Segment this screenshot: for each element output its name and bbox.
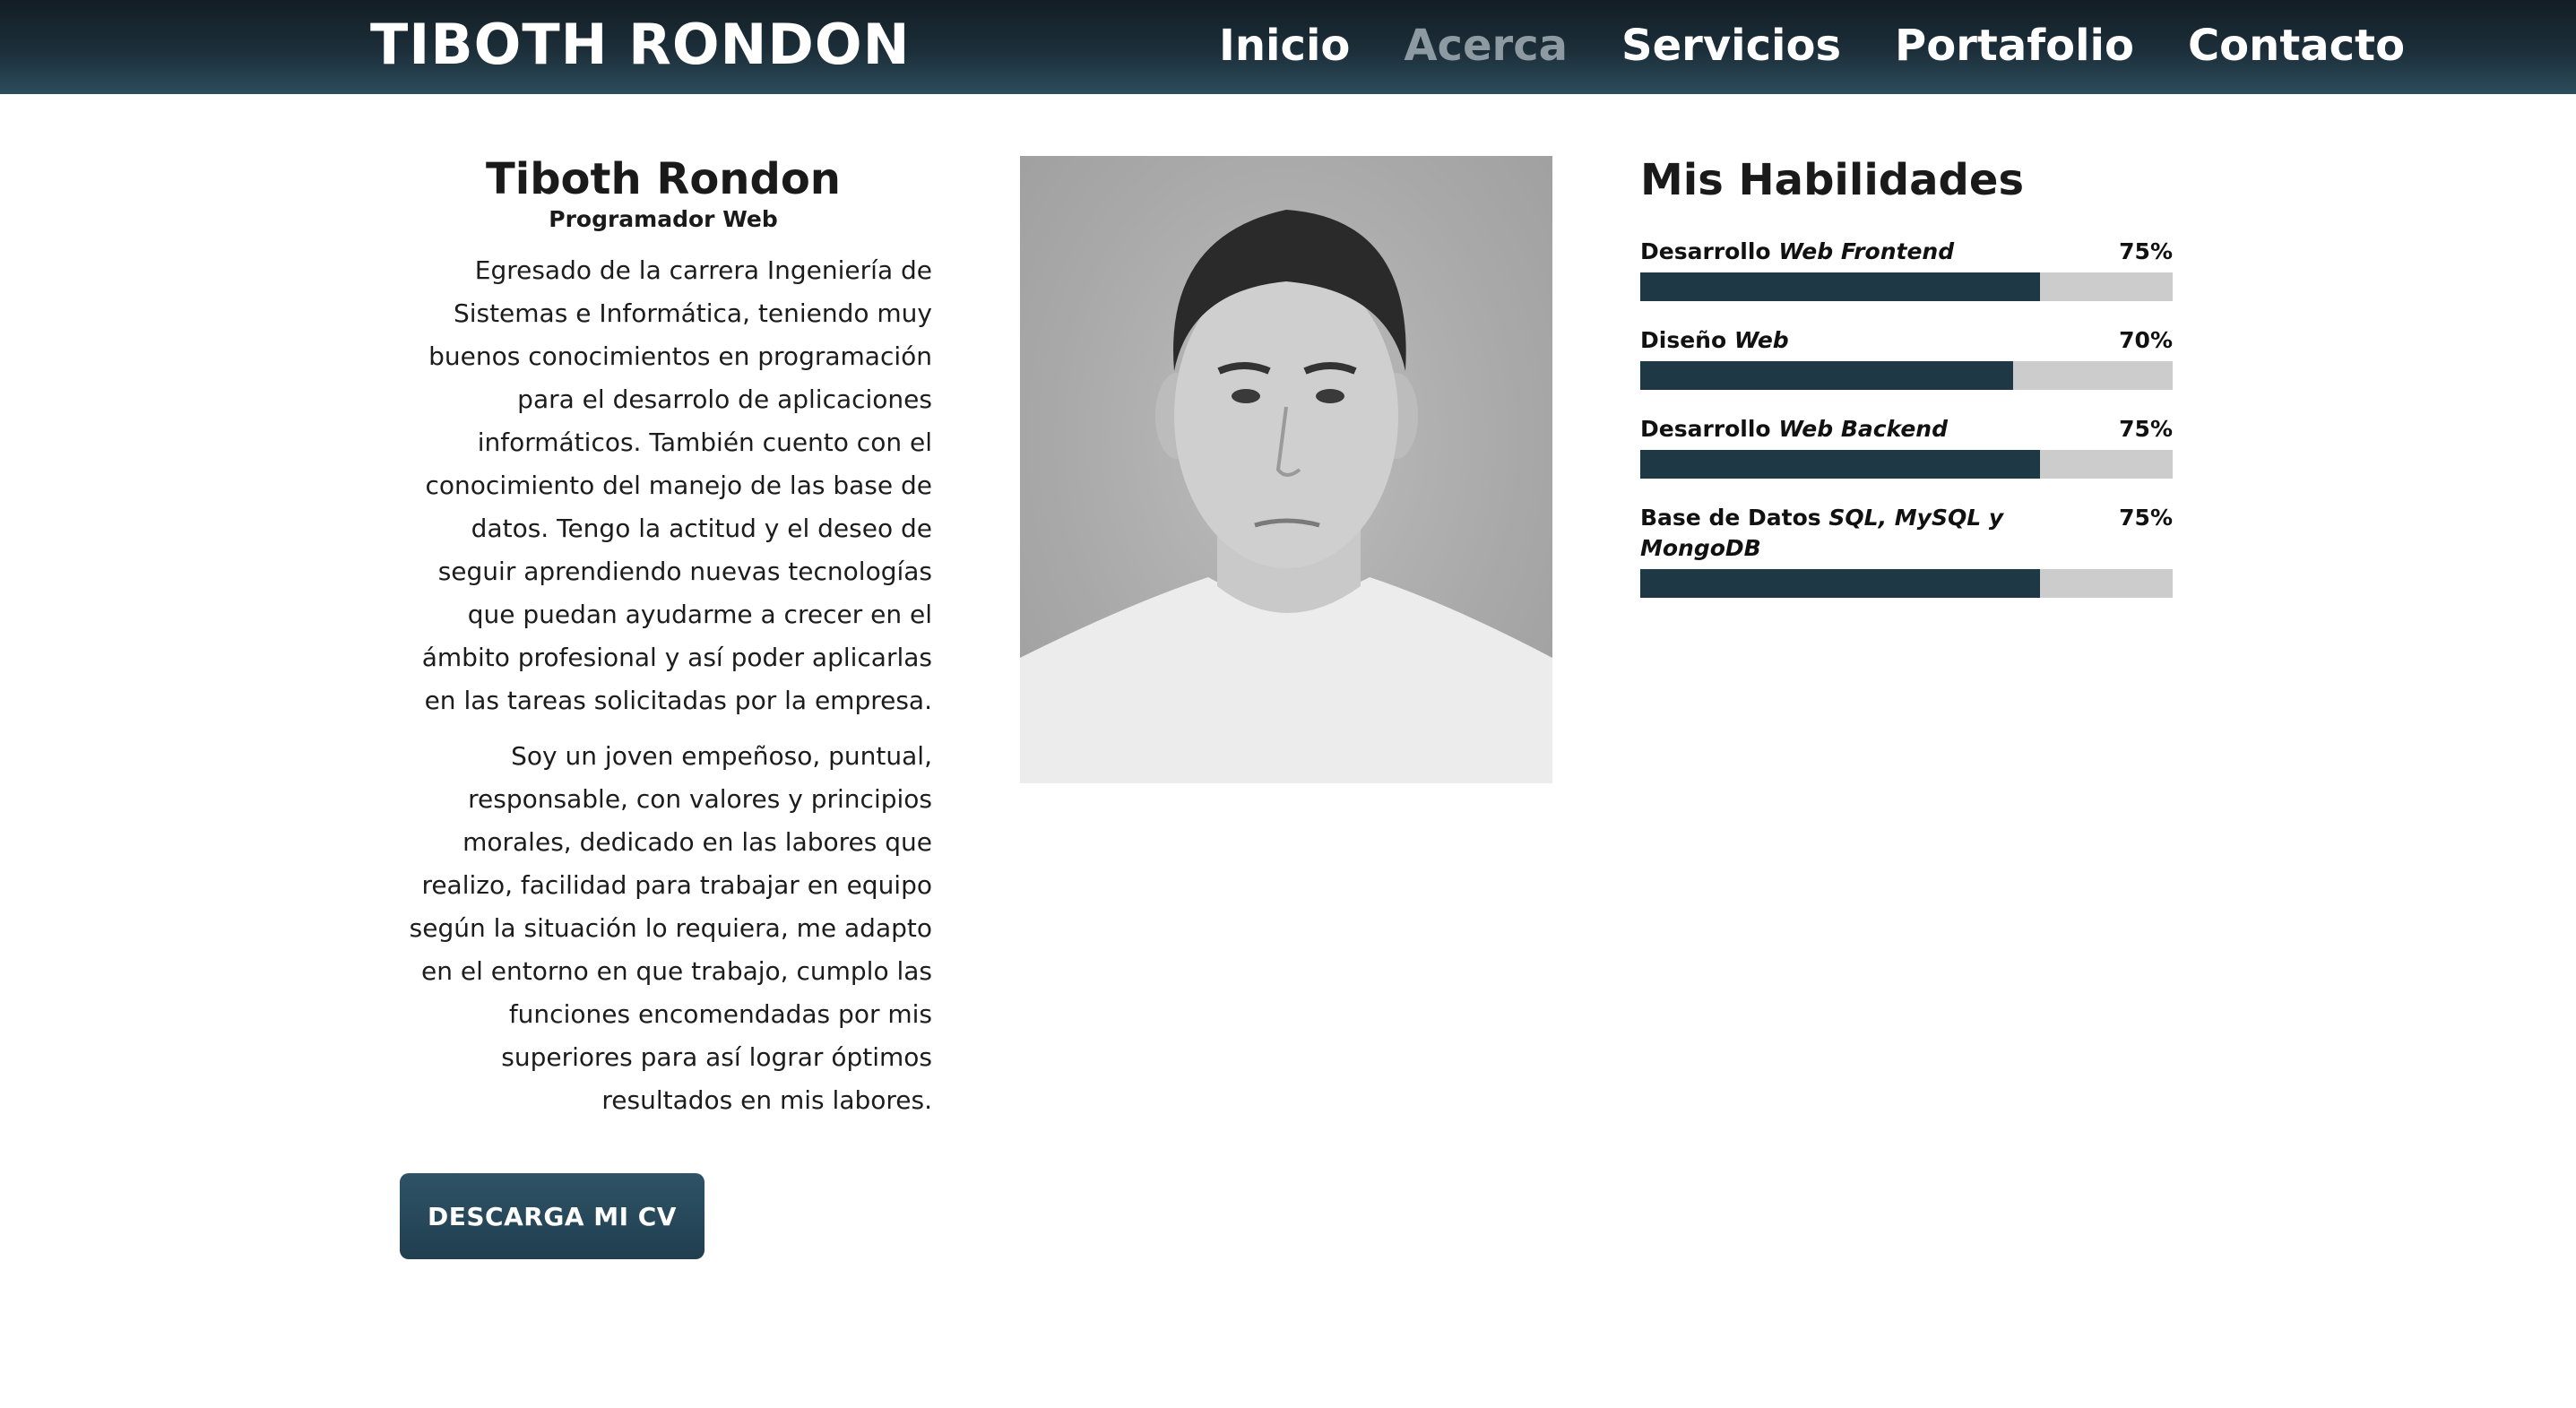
profile-name: Tiboth Rondon — [486, 154, 841, 204]
main-nav: Inicio Acerca Servicios Portafolio Conta… — [1192, 14, 2432, 77]
about-section: Tiboth Rondon Programador Web Egresado d… — [394, 152, 932, 1135]
skill-item: Base de Datos SQL, MySQL y MongoDB 75% — [1640, 503, 2173, 598]
skills-title: Mis Habilidades — [1640, 155, 2025, 205]
skill-progress-bar — [1640, 361, 2173, 390]
skill-progress-bar — [1640, 569, 2173, 598]
skill-item: Diseño Web 70% — [1640, 325, 2173, 390]
profile-portrait-image — [1020, 210, 1552, 783]
skill-label: Desarrollo Web Backend — [1640, 416, 1948, 442]
nav-link-acerca[interactable]: Acerca — [1377, 14, 1595, 77]
skill-percent: 70% — [2119, 327, 2173, 353]
profile-role: Programador Web — [549, 206, 778, 232]
skill-progress-bar — [1640, 450, 2173, 479]
skill-percent: 75% — [2119, 238, 2173, 264]
skill-item: Desarrollo Web Backend 75% — [1640, 414, 2173, 479]
skill-item: Desarrollo Web Frontend 75% — [1640, 237, 2173, 301]
skill-progress-bar — [1640, 272, 2173, 301]
skill-percent: 75% — [2119, 416, 2173, 442]
site-brand[interactable]: TIBOTH RONDON — [370, 11, 910, 79]
skill-percent: 75% — [2119, 505, 2173, 531]
about-paragraph-1: Egresado de la carrera Ingeniería de Sis… — [421, 255, 932, 715]
about-paragraph-2: Soy un joven empeñoso, puntual, responsa… — [409, 741, 932, 1115]
skill-progress-fill — [1640, 569, 2040, 598]
top-navigation-bar: TIBOTH RONDON Inicio Acerca Servicios Po… — [0, 0, 2576, 94]
nav-link-portafolio[interactable]: Portafolio — [1868, 14, 2161, 77]
skill-label: Base de Datos SQL, MySQL y MongoDB — [1640, 505, 2004, 561]
skill-progress-fill — [1640, 272, 2040, 301]
skill-progress-fill — [1640, 450, 2040, 479]
skills-section: Mis Habilidades Desarrollo Web Frontend … — [1640, 152, 2173, 622]
skill-progress-fill — [1640, 361, 2013, 390]
nav-link-inicio[interactable]: Inicio — [1192, 14, 1377, 77]
skill-label: Desarrollo Web Frontend — [1640, 238, 1955, 264]
nav-link-contacto[interactable]: Contacto — [2161, 14, 2432, 77]
download-cv-button[interactable]: DESCARGA MI CV — [400, 1173, 705, 1259]
nav-link-servicios[interactable]: Servicios — [1595, 14, 1868, 77]
skill-label: Diseño Web — [1640, 327, 1789, 353]
profile-photo — [1020, 156, 1552, 783]
